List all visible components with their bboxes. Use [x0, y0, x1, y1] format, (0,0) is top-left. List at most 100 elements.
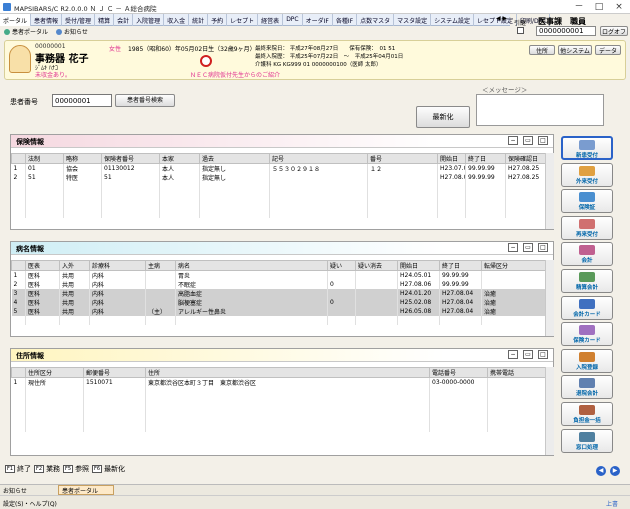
- close-button[interactable]: ×: [610, 1, 628, 13]
- menu-item[interactable]: 受付/管理: [62, 14, 96, 26]
- column-header[interactable]: 法制: [25, 153, 64, 164]
- menu-item[interactable]: レセプト: [227, 14, 259, 26]
- collapse-icon[interactable]: −: [508, 350, 518, 359]
- column-header[interactable]: 主病: [145, 260, 176, 271]
- column-header[interactable]: 記号: [269, 153, 368, 164]
- status-notice[interactable]: お知らせ: [3, 486, 27, 495]
- column-header[interactable]: 終了日: [465, 153, 506, 164]
- column-header[interactable]: 保険確認日: [505, 153, 546, 164]
- column-header[interactable]: 入外: [59, 260, 90, 271]
- status-tab-portal[interactable]: 患者ポータル: [58, 485, 114, 495]
- column-header[interactable]: 保険者番号: [101, 153, 160, 164]
- table-row[interactable]: 5 医科 共用 内科 （主） アレルギー性鼻炎 H26.05.08 H27.08.04 治癒: [11, 307, 546, 316]
- column-header[interactable]: 病名: [175, 260, 328, 271]
- expand-icon[interactable]: □: [538, 243, 548, 252]
- column-header[interactable]: 携帯電話: [487, 367, 546, 378]
- menu-item[interactable]: DPC: [283, 14, 303, 26]
- fkey-button[interactable]: F5 参照: [63, 464, 89, 474]
- table-row[interactable]: [11, 396, 546, 405]
- address-scrollbar[interactable]: [545, 367, 554, 455]
- logout-button[interactable]: ログオフ: [600, 26, 628, 36]
- menu-scroll[interactable]: ◀ ▶: [496, 15, 507, 22]
- tab-notice[interactable]: お知らせ: [52, 26, 92, 37]
- column-header[interactable]: 診療科: [89, 260, 146, 271]
- data-button[interactable]: データ: [595, 45, 621, 55]
- patient-search-button[interactable]: 患者番号検索: [115, 94, 175, 107]
- menu-item[interactable]: 各種IF: [333, 14, 358, 26]
- side-button[interactable]: 保険カード: [561, 322, 613, 347]
- table-row[interactable]: 4 医科 共用 内科 脳梗塞症 0 H25.02.08 H27.08.04 治癒: [11, 298, 546, 307]
- side-button[interactable]: 負担金一括: [561, 402, 613, 426]
- menu-item[interactable]: 入院管理: [133, 14, 165, 26]
- refresh-button[interactable]: 最新化: [416, 106, 470, 128]
- menu-item[interactable]: 経営表: [258, 14, 284, 26]
- side-button[interactable]: 精算会計: [561, 269, 613, 293]
- handover-checkbox[interactable]: [517, 27, 524, 34]
- disease-scrollbar[interactable]: [545, 260, 554, 336]
- table-row[interactable]: 251特医51本人指定無しH27.08.0199.99.99H27.08.25: [11, 173, 546, 182]
- side-button[interactable]: 保険証: [561, 189, 613, 214]
- side-button[interactable]: 新患受付: [561, 136, 613, 160]
- table-row[interactable]: [11, 191, 546, 200]
- column-header[interactable]: 住所区分: [25, 367, 84, 378]
- column-header[interactable]: [11, 260, 26, 271]
- menu-item[interactable]: 患者情報: [31, 14, 63, 26]
- table-row[interactable]: [11, 316, 546, 325]
- expand-icon[interactable]: □: [538, 136, 548, 145]
- table-row[interactable]: [11, 209, 546, 218]
- fkey-button[interactable]: F1 終了: [5, 464, 31, 474]
- menu-item[interactable]: システム設定: [431, 14, 474, 26]
- side-button[interactable]: 再来受付: [561, 215, 613, 240]
- column-header[interactable]: 終了日: [439, 260, 482, 271]
- column-header[interactable]: 開始日: [397, 260, 440, 271]
- next-icon[interactable]: ▶: [610, 466, 620, 476]
- table-row[interactable]: [11, 387, 546, 396]
- column-header[interactable]: 過去: [199, 153, 270, 164]
- column-header[interactable]: 電話番号: [429, 367, 488, 378]
- minimize-button[interactable]: －: [570, 1, 588, 13]
- menu-item[interactable]: マスタ設定: [394, 14, 432, 26]
- fkey-button[interactable]: F2 業務: [34, 464, 60, 474]
- table-row[interactable]: 2 医科 共用 内科 不眠症 0 H27.08.06 99.99.99: [11, 280, 546, 289]
- side-button[interactable]: 外来受付: [561, 162, 613, 187]
- restore-icon[interactable]: ▭: [523, 136, 533, 145]
- table-row[interactable]: [11, 182, 546, 191]
- table-row[interactable]: 101協会01130012本人指定無し５５３０２９１８１２H23.07.0199…: [11, 163, 546, 173]
- menu-item[interactable]: 収入金: [164, 14, 190, 26]
- column-header[interactable]: 疑い: [327, 260, 356, 271]
- table-row[interactable]: [11, 405, 546, 414]
- column-header[interactable]: [11, 153, 26, 164]
- column-header[interactable]: [11, 367, 26, 378]
- other-system-button[interactable]: 他システム: [558, 45, 592, 55]
- table-row[interactable]: [11, 423, 546, 432]
- settings-help-menu[interactable]: 設定(S)・ヘルプ(Q): [3, 499, 57, 508]
- column-header[interactable]: 開始日: [437, 153, 466, 164]
- table-row[interactable]: 1 現住所 1510071 東京都渋谷区本町３丁目 東京都渋谷区 03-0000-000…: [11, 377, 546, 387]
- insurance-scrollbar[interactable]: [545, 153, 554, 229]
- column-header[interactable]: 本家: [159, 153, 200, 164]
- table-row[interactable]: [11, 200, 546, 209]
- address-button[interactable]: 住所: [529, 45, 555, 55]
- menu-item[interactable]: 点数マスタ: [357, 14, 395, 26]
- side-button[interactable]: 退院会計: [561, 375, 613, 400]
- restore-icon[interactable]: ▭: [523, 243, 533, 252]
- side-button[interactable]: 窓口処理: [561, 428, 613, 453]
- column-header[interactable]: 郵便番号: [83, 367, 146, 378]
- menu-item[interactable]: 統計: [189, 14, 209, 26]
- table-row[interactable]: [11, 414, 546, 423]
- table-row[interactable]: 3 医科 共用 内科 高脂血症 H24.01.20 H27.08.04 治癒: [11, 289, 546, 298]
- column-header[interactable]: 医表: [25, 260, 60, 271]
- fkey-button[interactable]: F6 最新化: [92, 464, 125, 474]
- side-button[interactable]: 会計カード: [561, 295, 613, 320]
- menu-item[interactable]: 精算: [95, 14, 115, 26]
- collapse-icon[interactable]: −: [508, 243, 518, 252]
- column-header[interactable]: 住所: [145, 367, 430, 378]
- column-header[interactable]: 番号: [367, 153, 438, 164]
- side-button[interactable]: 会計: [561, 242, 613, 267]
- column-header[interactable]: 疑い消去: [355, 260, 398, 271]
- tab-patient-portal[interactable]: 患者ポータル: [0, 26, 52, 37]
- expand-icon[interactable]: □: [538, 350, 548, 359]
- restore-icon[interactable]: ▭: [523, 350, 533, 359]
- menu-item[interactable]: 会計: [114, 14, 134, 26]
- side-button[interactable]: 入院登録: [561, 348, 613, 373]
